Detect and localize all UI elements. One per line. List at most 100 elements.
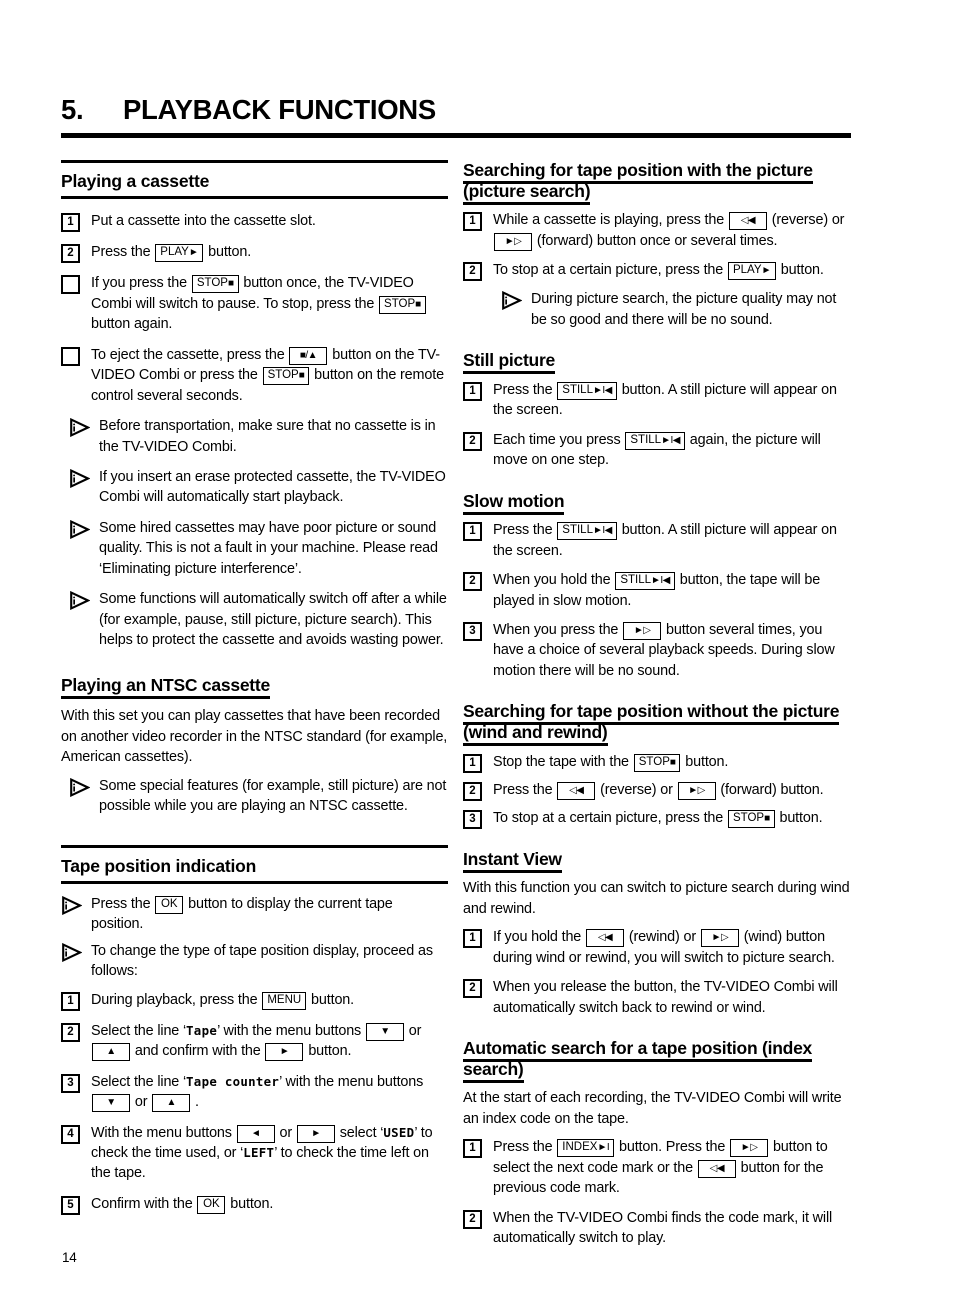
step-item: 2 When you release the button, the TV-VID…: [463, 977, 852, 1018]
step-text: Press the PLAY► button.: [91, 244, 252, 263]
tip-text: Some hired cassettes may have poor pictu…: [99, 519, 438, 577]
key-forward: ►▷: [730, 1139, 769, 1158]
tip-item: To change the type of tape position disp…: [61, 941, 448, 982]
step-item: 2 Select the line ‘Tape’ with the menu bu…: [61, 1021, 448, 1062]
key-still: STILL►I◀: [625, 431, 685, 450]
tips-ntsc: Some special features (for example, stil…: [61, 776, 448, 817]
info-triangle-icon: [69, 418, 90, 438]
key-stop: STOP■: [727, 809, 775, 828]
step-number-1: 1: [61, 213, 80, 233]
info-triangle-icon: [501, 291, 522, 311]
step-item: 2 Each time you press STILL►I◀ again, the…: [463, 430, 852, 471]
steps-index-search: 1 Press the INDEX►I button. Press the ►▷ …: [463, 1137, 852, 1248]
heading-text: Still picture: [463, 350, 555, 375]
key-right: ►: [296, 1124, 335, 1143]
step-number-4: 4: [61, 1124, 80, 1144]
heading-instant-view: Instant View: [463, 848, 852, 873]
tip-marker: [69, 518, 99, 539]
step-item: 5 Confirm with the OK button.: [61, 1194, 448, 1215]
step-text: Stop the tape with the STOP■ button.: [493, 753, 729, 772]
heading-text: Searching for tape position without the …: [463, 701, 839, 746]
key-down: ▼: [365, 1022, 404, 1041]
info-triangle-icon: [61, 895, 82, 915]
step-text: While a cassette is playing, press the ◁…: [493, 212, 845, 251]
tip-text: Press the OK button to display the curre…: [91, 895, 393, 933]
step-number-2: 2: [463, 572, 482, 592]
key-eject: ■/▲: [289, 346, 328, 365]
chapter-number: 5.: [61, 94, 84, 125]
tip-marker: [69, 589, 99, 611]
step-text: Press the STILL►I◀ button. A still pictu…: [493, 381, 837, 419]
key-up: ▲: [152, 1094, 191, 1113]
checkbox-marker: [61, 346, 80, 366]
step-number-1: 1: [463, 753, 482, 773]
step-number-3: 3: [61, 1073, 80, 1093]
heading-still-picture: Still picture: [463, 350, 852, 375]
heading-text: Slow motion: [463, 490, 565, 515]
tip-text: Some functions will automatically switch…: [99, 591, 447, 649]
step-number-2: 2: [463, 1209, 482, 1229]
key-ok: OK: [155, 895, 184, 914]
step-text: With the menu buttons ◄ or ► select ‘USE…: [91, 1124, 433, 1182]
step-number-3: 3: [463, 622, 482, 641]
heading-text: Searching for tape position with the pic…: [463, 160, 813, 205]
page-number: 14: [62, 1250, 77, 1265]
heading-playing-ntsc-cassette: Playing an NTSC cassette: [61, 674, 448, 699]
chapter-title: PLAYBACK FUNCTIONS: [123, 94, 436, 125]
tip-marker: [501, 289, 531, 311]
step-item: To eject the cassette, press the ■/▲ but…: [61, 345, 448, 406]
tip-text: Before transportation, make sure that no…: [99, 418, 436, 455]
heading-text: Automatic search for a tape position (in…: [463, 1038, 812, 1083]
step-text: To stop at a certain picture, press the …: [493, 809, 823, 828]
step-marker: 3: [463, 808, 493, 829]
tip-item: Before transportation, make sure that no…: [69, 416, 448, 457]
step-marker: [61, 273, 91, 295]
step-number-2: 2: [61, 244, 80, 264]
key-right: ►: [265, 1043, 304, 1062]
step-marker: 1: [463, 520, 493, 542]
key-forward: ►▷: [700, 929, 739, 948]
tip-marker: [69, 416, 99, 438]
key-down: ▼: [92, 1094, 130, 1113]
step-marker: 2: [463, 780, 493, 801]
step-item: 2 Press the PLAY► button.: [61, 242, 448, 264]
step-number-1: 1: [463, 212, 482, 232]
tip-item: During picture search, the picture quali…: [501, 289, 852, 330]
step-item: 1 During playback, press the MENU button.: [61, 990, 448, 1011]
step-item: 1 Press the STILL►I◀ button. A still pict…: [463, 520, 852, 561]
key-play: PLAY►: [727, 262, 776, 281]
step-text: If you hold the ◁◀ (rewind) or ►▷ (wind)…: [493, 929, 835, 966]
key-menu: MENU: [262, 991, 307, 1010]
step-text: When the TV-VIDEO Combi finds the code m…: [493, 1209, 833, 1246]
step-number-1: 1: [463, 1139, 482, 1159]
key-up: ▲: [92, 1043, 130, 1062]
step-marker: 2: [61, 242, 91, 264]
step-marker: 1: [61, 211, 91, 233]
step-marker: 1: [463, 752, 493, 773]
info-triangle-icon: [69, 777, 90, 797]
step-item: 4 With the menu buttons ◄ or ► select ‘US…: [61, 1123, 448, 1184]
step-item: 1 Press the INDEX►I button. Press the ►▷ …: [463, 1137, 852, 1198]
step-marker: 1: [463, 210, 493, 232]
step-number-2: 2: [463, 781, 482, 801]
step-text: Select the line ‘Tape’ with the menu but…: [91, 1022, 422, 1062]
key-ok: OK: [197, 1195, 226, 1214]
step-text: Press the ◁◀ (reverse) or ►▷ (forward) b…: [493, 781, 824, 800]
heading-picture-search: Searching for tape position with the pic…: [463, 160, 852, 205]
key-still: STILL►I◀: [557, 522, 617, 541]
steps-slow-motion: 1 Press the STILL►I◀ button. A still pict…: [463, 520, 852, 681]
step-marker: 2: [463, 977, 493, 999]
step-item: 2 To stop at a certain picture, press the…: [463, 260, 852, 282]
menu-option-label: Tape: [186, 1022, 218, 1038]
step-marker: 2: [463, 1208, 493, 1229]
step-number-1: 1: [61, 991, 80, 1011]
ntsc-body-text: With this set you can play cassettes tha…: [61, 708, 448, 766]
key-still: STILL►I◀: [615, 572, 675, 591]
heading-text: Instant View: [463, 848, 562, 873]
tip-marker: [69, 467, 99, 488]
info-triangle-icon: [69, 519, 90, 539]
step-marker: 2: [463, 570, 493, 592]
step-text: During playback, press the MENU button.: [91, 991, 355, 1010]
instant-view-body-text: With this function you can switch to pic…: [463, 880, 850, 917]
tip-text: To change the type of tape position disp…: [91, 942, 433, 980]
